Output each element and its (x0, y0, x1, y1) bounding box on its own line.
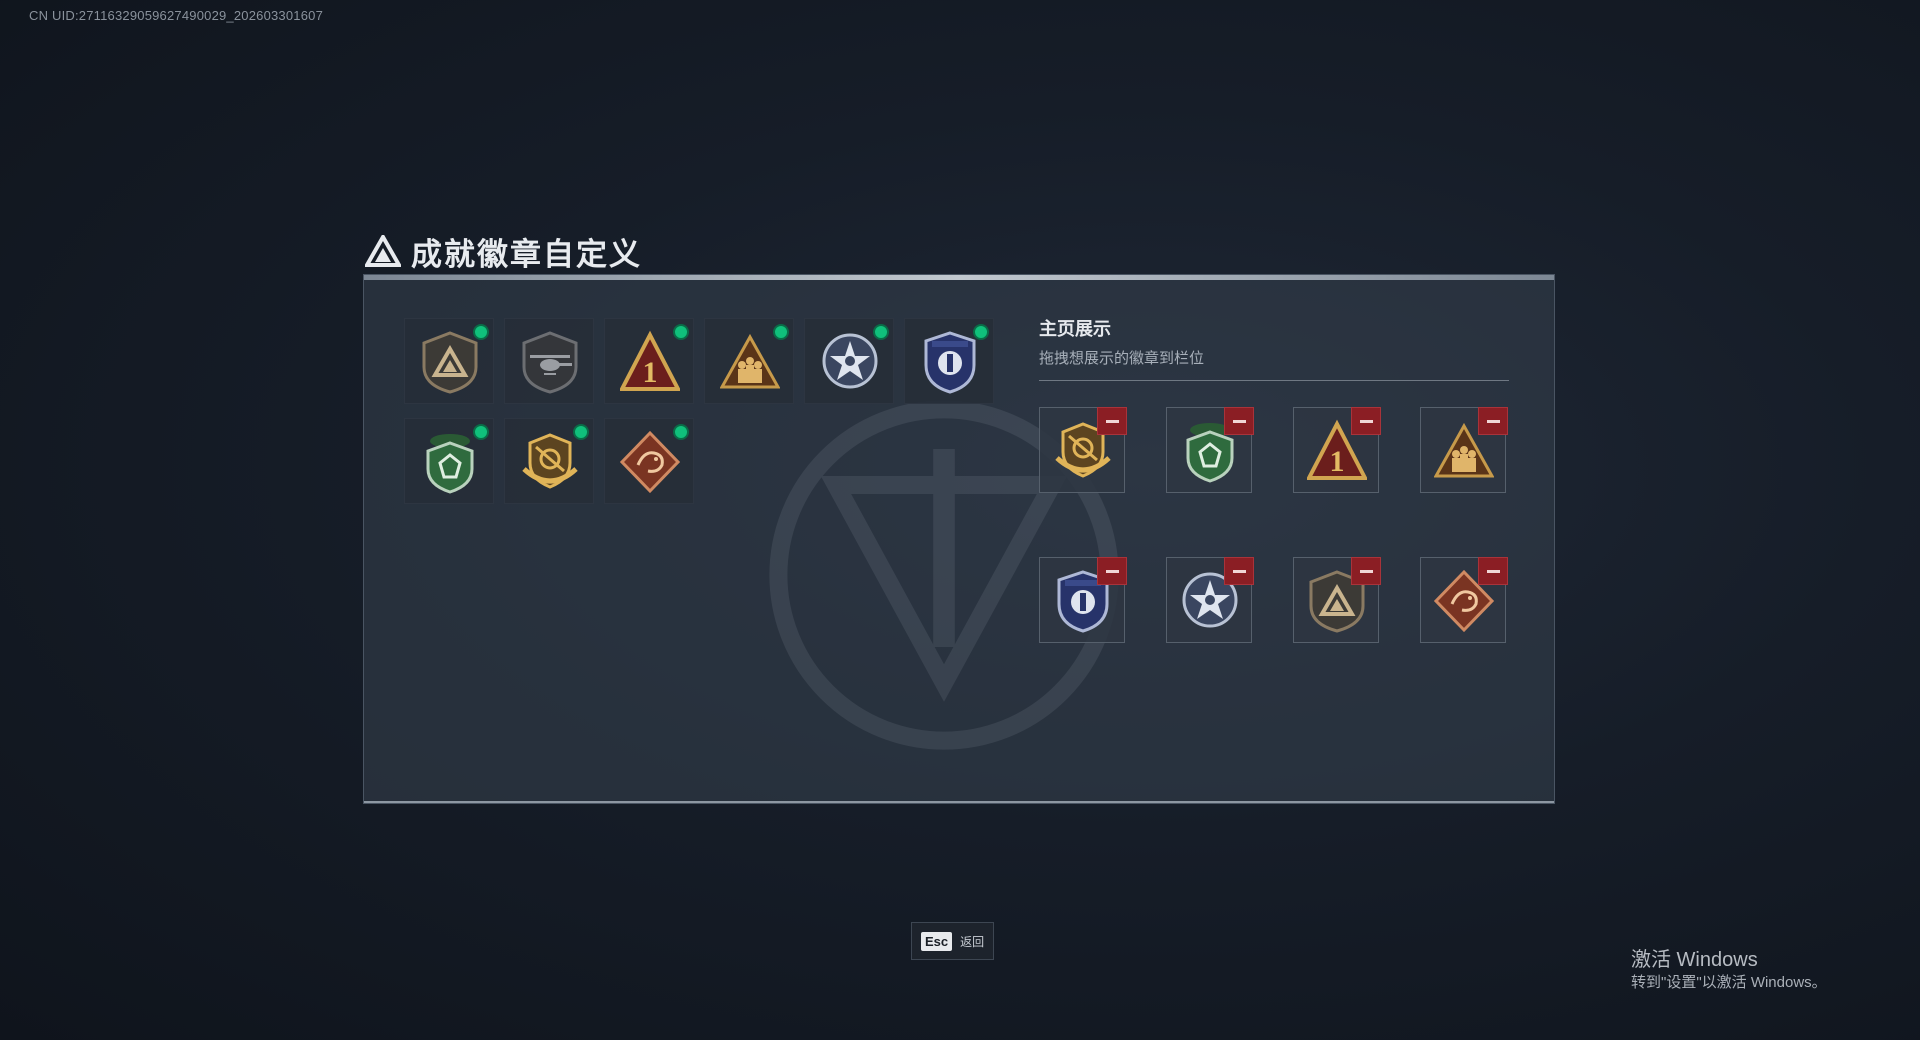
dragon-diamond-badge-icon (620, 430, 680, 494)
showcase-slot-7[interactable] (1293, 557, 1381, 643)
remove-badge-button[interactable] (1478, 557, 1508, 585)
new-indicator-dot (573, 424, 589, 440)
showcase-title: 主页展示 (1039, 319, 1111, 339)
windows-activation-subtitle: 转到"设置"以激活 Windows。 (1631, 974, 1827, 991)
page-title: 成就徽章自定义 (411, 236, 642, 272)
showcase-slot-1[interactable] (1039, 407, 1127, 493)
soldiers-triangle-badge-icon (720, 333, 780, 389)
panel-header: 成就徽章自定义 (365, 230, 642, 272)
showcase-slot-4[interactable] (1420, 407, 1508, 493)
new-indicator-dot (873, 324, 889, 340)
new-indicator-dot (773, 324, 789, 340)
badge-cell[interactable] (404, 418, 494, 504)
showcase-slot-6[interactable] (1166, 557, 1254, 643)
triangle-shield-badge-icon (422, 331, 478, 394)
windows-activation-title: 激活 Windows (1631, 949, 1758, 971)
badge-cell[interactable] (604, 418, 694, 504)
new-indicator-dot (473, 324, 489, 340)
badge-cell[interactable] (504, 318, 594, 404)
showcase-section: 主页展示 拖拽想展示的徽章到栏位 1 (1039, 315, 1519, 643)
svg-text:1: 1 (1330, 445, 1345, 478)
badge-cell[interactable] (704, 318, 794, 404)
uid-label: CN UID:2711632905962749002​9_20260330160… (29, 8, 324, 23)
showcase-slot-2[interactable] (1166, 407, 1254, 493)
remove-badge-button[interactable] (1351, 557, 1381, 585)
new-indicator-dot (473, 424, 489, 440)
showcase-slot-3[interactable]: 1 (1293, 407, 1381, 493)
remove-badge-button[interactable] (1478, 407, 1508, 435)
badge-customization-panel: 1 主页展示 拖拽想展示的徽章到栏位 1 (363, 274, 1555, 804)
panel-top-border (364, 275, 1554, 280)
badge-cell[interactable] (904, 318, 994, 404)
remove-badge-button[interactable] (1351, 407, 1381, 435)
showcase-divider (1039, 380, 1509, 381)
badge-cell[interactable]: 1 (604, 318, 694, 404)
badge-cell[interactable] (404, 318, 494, 404)
number-one-triangle-badge-icon: 1 (620, 330, 680, 391)
back-button[interactable]: Esc 返回 (911, 922, 994, 960)
gold-wings-emblem-badge-icon (522, 433, 578, 489)
badge-cell[interactable] (504, 418, 594, 504)
back-label: 返回 (960, 934, 985, 949)
new-indicator-dot (973, 324, 989, 340)
helicopter-shield-badge-icon (522, 331, 578, 394)
showcase-subtitle: 拖拽想展示的徽章到栏位 (1039, 350, 1205, 367)
remove-badge-button[interactable] (1224, 557, 1254, 585)
esc-key-hint: Esc (921, 931, 953, 951)
new-indicator-dot (673, 324, 689, 340)
game-logo-icon (365, 235, 401, 267)
showcase-slot-5[interactable] (1039, 557, 1127, 643)
badge-cell[interactable] (804, 318, 894, 404)
blue-police-shield-badge-icon (924, 331, 976, 394)
svg-text:1: 1 (643, 356, 658, 389)
new-indicator-dot (673, 424, 689, 440)
remove-badge-button[interactable] (1097, 557, 1127, 585)
showcase-slot-8[interactable] (1420, 557, 1508, 643)
remove-badge-button[interactable] (1097, 407, 1127, 435)
remove-badge-button[interactable] (1224, 407, 1254, 435)
silver-star-medal-badge-icon (822, 333, 878, 389)
panel-bottom-border (364, 801, 1554, 803)
green-beret-shield-badge-icon (426, 434, 474, 494)
